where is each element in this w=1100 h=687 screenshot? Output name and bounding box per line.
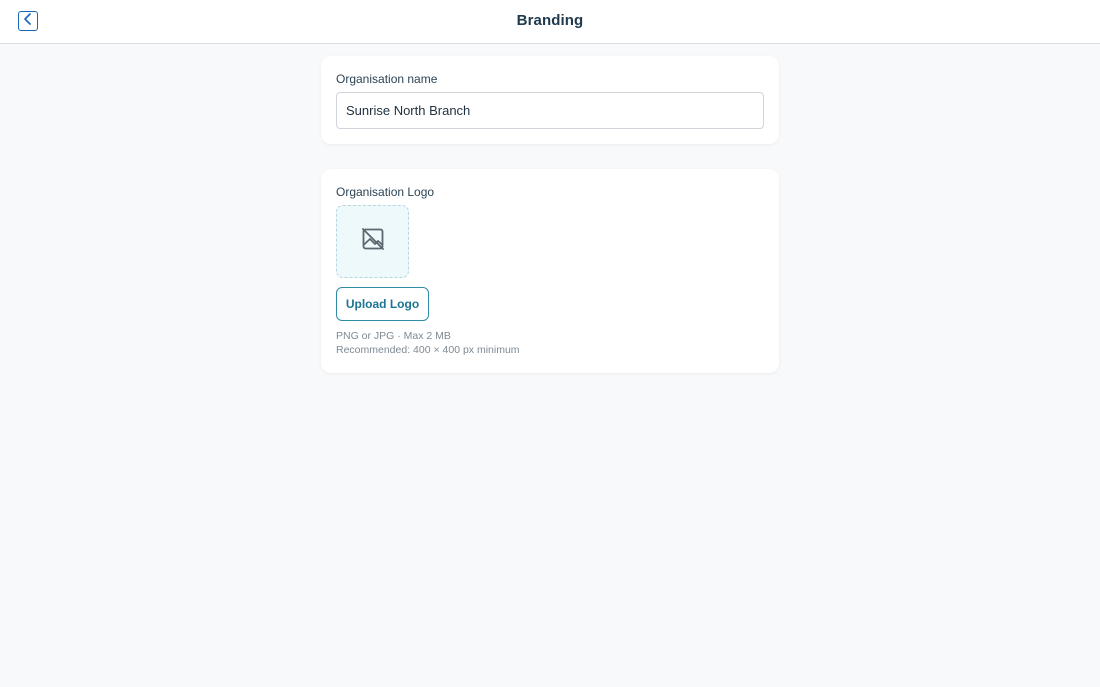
logo-size-hint: Recommended: 400 × 400 px minimum <box>336 344 520 356</box>
image-off-icon <box>361 227 385 256</box>
top-bar: Branding <box>0 0 1100 44</box>
organisation-name-input[interactable] <box>336 92 764 129</box>
page-title: Branding <box>516 12 584 29</box>
organisation-name-card: Organisation name <box>321 56 779 144</box>
upload-logo-button[interactable]: Upload Logo <box>336 287 429 321</box>
organisation-logo-label: Organisation Logo <box>336 185 435 199</box>
logo-preview[interactable] <box>336 205 409 278</box>
organisation-logo-card: Organisation Logo Upload Logo PNG or JPG… <box>321 169 779 373</box>
organisation-name-label: Organisation name <box>336 72 438 86</box>
logo-format-hint: PNG or JPG · Max 2 MB <box>336 330 451 342</box>
